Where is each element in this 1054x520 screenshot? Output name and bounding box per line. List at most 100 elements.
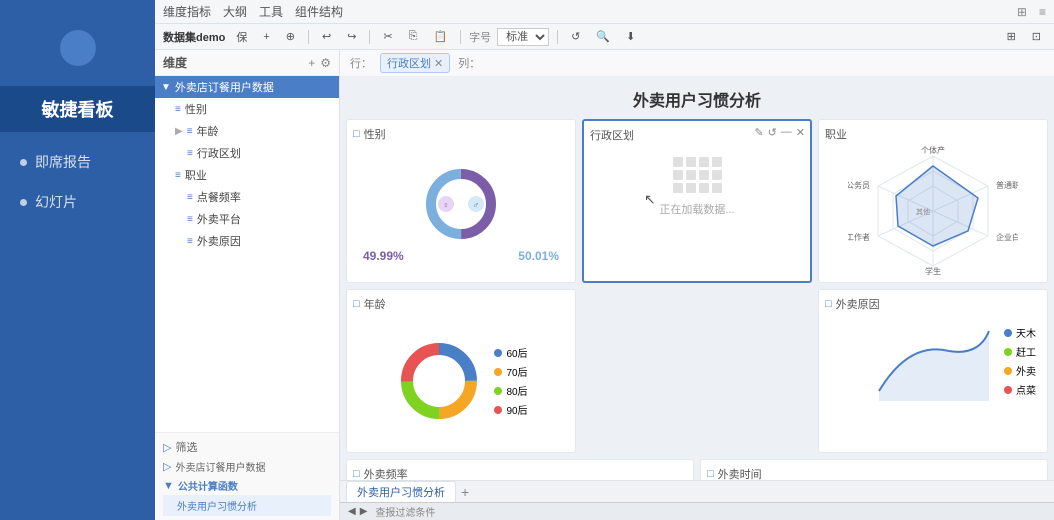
menu-tools[interactable]: 工具 xyxy=(259,3,283,20)
sep4 xyxy=(557,30,558,44)
loading-area: 正在加载数据... xyxy=(590,147,804,227)
sidebar-item-slides[interactable]: 幻灯片 xyxy=(0,182,155,222)
admin-actions: ✎ ↺ — ✕ xyxy=(754,126,805,139)
sep1 xyxy=(308,30,309,44)
tab-add-btn[interactable]: + xyxy=(456,484,474,500)
filter-row-tag[interactable]: 行政区划 ✕ xyxy=(380,53,450,73)
tree-icon-job: ≡ xyxy=(175,170,181,181)
time-title-icon: □ xyxy=(707,468,714,480)
tab-bar: 外卖用户习惯分析 + xyxy=(340,480,1054,502)
tree-footer-funcs[interactable]: ▼ 公共计算函数 xyxy=(163,476,331,495)
tree-item-age[interactable]: ▶ ≡ 年龄 xyxy=(155,120,339,142)
frequency-card: □ 外卖频率 100000000 80000000 60000000 40000… xyxy=(346,459,694,480)
legend-dot-ganzong xyxy=(1004,348,1012,356)
gender-donut-svg: ♀ ♂ xyxy=(411,159,511,249)
gender-card: □ 性别 ♀ xyxy=(346,119,576,283)
dataset-icon: ▷ xyxy=(163,460,171,473)
legend-waimai: 外卖 xyxy=(1004,363,1036,378)
admin-more-icon[interactable]: — xyxy=(781,126,792,139)
freq-title-icon: □ xyxy=(353,468,360,480)
tree-item-reason[interactable]: ≡ 外卖原因 xyxy=(155,230,339,252)
age-legend: 60后 70后 80后 xyxy=(494,345,527,417)
bottom-row: □ 外卖频率 100000000 80000000 60000000 40000… xyxy=(346,459,1048,480)
toolbar-cut[interactable]: ✂ xyxy=(378,29,397,44)
radar-chart: 个体产 普通职员 企业白领 学生 新兴工作者 公务员 其他 xyxy=(825,146,1041,276)
filter-col-label: 列： xyxy=(458,55,480,71)
toolbar-save[interactable]: 保 xyxy=(231,28,252,46)
sep3 xyxy=(460,30,461,44)
tree-item-job[interactable]: ≡ 职业 xyxy=(155,164,339,186)
menu-icon-grid[interactable]: ⊞ xyxy=(1017,5,1027,19)
toolbar-search[interactable]: 🔍 xyxy=(591,29,615,44)
font-size-select[interactable]: 标准 xyxy=(497,28,549,46)
filter-text: 查报过滤条件 xyxy=(375,504,435,519)
reason-chart-area: 天木 赶工 外卖 xyxy=(825,316,1041,406)
toolbar-refresh[interactable]: ↺ xyxy=(566,29,585,44)
menu-components[interactable]: 组件结构 xyxy=(295,3,343,20)
reason-title-icon: □ xyxy=(825,298,832,310)
tree-body: ▼ 外卖店订餐用户数据 ≡ 性别 ▶ ≡ 年龄 ≡ 行政区划 ≡ xyxy=(155,76,339,432)
tree-item-admin[interactable]: ≡ 行政区划 xyxy=(155,142,339,164)
svg-text:公务员: 公务员 xyxy=(848,180,870,190)
admin-refresh-icon[interactable]: ↺ xyxy=(768,126,777,139)
toolbar-paste[interactable]: 📋 xyxy=(428,29,452,44)
sidebar-item-adhoc[interactable]: 即席报告 xyxy=(0,142,155,182)
status-bar: ◀ ▶ 查报过滤条件 xyxy=(340,502,1054,520)
nav-dot2 xyxy=(20,199,27,206)
tree-group-header[interactable]: ▼ 外卖店订餐用户数据 xyxy=(155,76,339,98)
time-card: □ 外卖时间 25000000 20000000 15000000 100000… xyxy=(700,459,1048,480)
filter-bar: 行： 行政区划 ✕ 列： xyxy=(340,50,1054,77)
filter-row-label: 行： xyxy=(350,55,372,71)
toolbar-query[interactable]: ⊕ xyxy=(281,29,300,44)
tree-header-icons: + ⚙ xyxy=(308,56,331,70)
legend-tianmu: 天木 xyxy=(1004,325,1036,340)
legend-dot-tianmu xyxy=(1004,329,1012,337)
menu-dimensions[interactable]: 维度指标 xyxy=(163,3,211,20)
toolbar-layout2[interactable]: ⊡ xyxy=(1027,29,1046,44)
admin-edit-icon[interactable]: ✎ xyxy=(754,126,763,139)
legend-60s: 60后 xyxy=(494,345,527,360)
female-pct: 49.99% xyxy=(363,249,404,263)
dashboard-content: 外卖用户习惯分析 □ 性别 xyxy=(340,77,1054,480)
admin-close-icon[interactable]: ✕ xyxy=(796,126,805,139)
legend-dot-80s xyxy=(494,387,502,395)
tree-footer-extra[interactable]: 外卖用户习惯分析 xyxy=(163,495,331,516)
tree-footer-filter[interactable]: ▷ 筛选 xyxy=(163,437,331,457)
svg-text:新兴工作者: 新兴工作者 xyxy=(848,232,870,242)
tree-item-gender[interactable]: ≡ 性别 xyxy=(155,98,339,120)
radar-svg: 个体产 普通职员 企业白领 学生 新兴工作者 公务员 其他 xyxy=(848,146,1018,276)
page-next[interactable]: ▶ xyxy=(360,506,368,517)
menu-icon-list[interactable]: ≡ xyxy=(1039,5,1046,19)
tree-footer: ▷ 筛选 ▷ 外卖店订餐用户数据 ▼ 公共计算函数 外卖用户习惯分析 xyxy=(155,432,339,520)
tree-icon-admin: ≡ xyxy=(187,148,193,159)
toolbar-add[interactable]: + xyxy=(258,30,274,44)
menu-outline[interactable]: 大纲 xyxy=(223,3,247,20)
toolbar-copy[interactable]: ⎘ xyxy=(404,29,423,44)
gender-labels: 49.99% 50.01% xyxy=(353,249,569,263)
toolbar-export[interactable]: ⬇ xyxy=(621,29,640,44)
delivery-reason-card: □ 外卖原因 天木 xyxy=(818,289,1048,453)
tree-icon-settings[interactable]: ⚙ xyxy=(320,56,331,70)
tree-footer-dataset[interactable]: ▷ 外卖店订餐用户数据 xyxy=(163,457,331,476)
toolbar-undo[interactable]: ↩ xyxy=(317,29,336,44)
toolbar: 数据集demo 保 + ⊕ ↩ ↪ ✂ ⎘ 📋 字号 标准 ↺ 🔍 ⬇ ⊞ ⊡ xyxy=(155,24,1054,50)
sidebar-active-dashboard[interactable]: 敏捷看板 xyxy=(0,86,155,132)
tree-icon-age: ≡ xyxy=(187,126,193,137)
toolbar-redo[interactable]: ↪ xyxy=(342,29,361,44)
tree-icon-add[interactable]: + xyxy=(308,56,315,70)
tab-analysis[interactable]: 外卖用户习惯分析 xyxy=(346,481,456,503)
tree-item-freq[interactable]: ≡ 点餐频率 xyxy=(155,186,339,208)
age-title-icon: □ xyxy=(353,298,360,310)
svg-text:个体产: 个体产 xyxy=(921,146,945,155)
svg-text:♂: ♂ xyxy=(473,200,480,210)
page-prev[interactable]: ◀ xyxy=(348,506,356,517)
charts-row1: □ 性别 ♀ xyxy=(346,119,1048,283)
gender-title-icon: □ xyxy=(353,128,360,140)
filter-remove[interactable]: ✕ xyxy=(434,57,443,70)
legend-ganzong: 赶工 xyxy=(1004,344,1036,359)
toolbar-layout1[interactable]: ⊞ xyxy=(1002,29,1021,44)
legend-diancai: 点菜 xyxy=(1004,382,1036,397)
tree-item-platform[interactable]: ≡ 外卖平台 xyxy=(155,208,339,230)
gender-title: □ 性别 xyxy=(353,126,569,142)
avatar xyxy=(60,30,96,66)
